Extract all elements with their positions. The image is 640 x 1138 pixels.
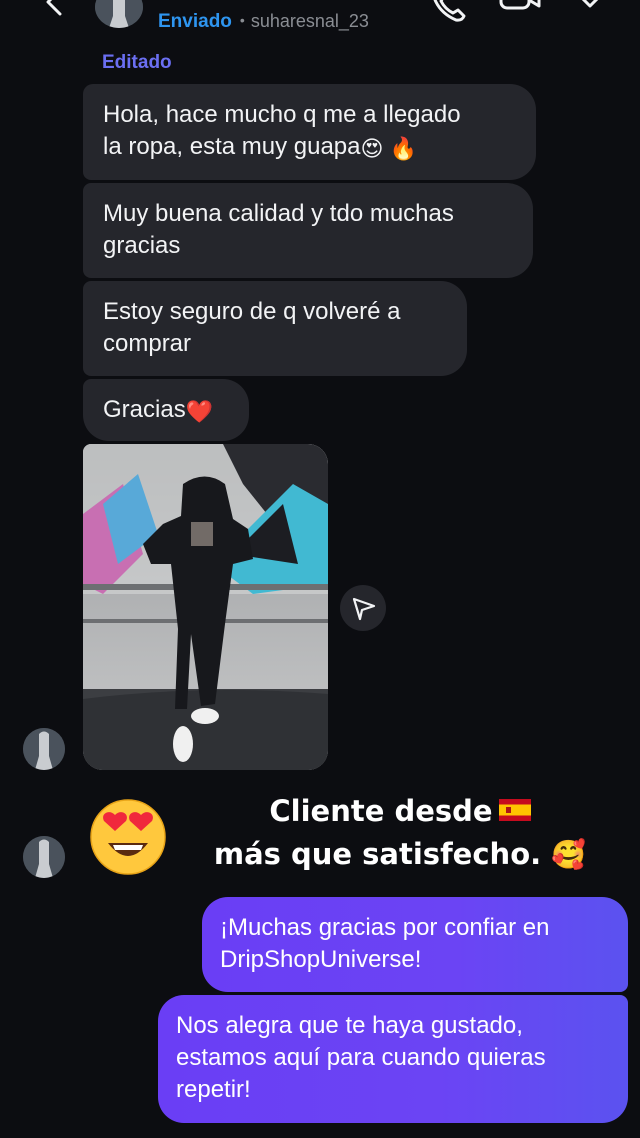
outgoing-message[interactable]: Nos alegra que te haya gustado, estamos … <box>158 995 628 1123</box>
incoming-message[interactable]: Gracias❤️ <box>83 379 249 441</box>
message-line: gracias <box>103 232 181 259</box>
separator-dot: • <box>239 12 245 28</box>
photo-message[interactable] <box>83 444 328 770</box>
edited-label: Editado <box>102 52 172 73</box>
spain-flag-icon <box>498 799 531 821</box>
message-line: DripShopUniverse! <box>220 946 422 973</box>
message-line: comprar <box>103 330 192 357</box>
outgoing-message[interactable]: ¡Muchas gracias por confiar en DripShopU… <box>202 897 628 992</box>
message-line: ¡Muchas gracias por confiar en <box>220 914 550 941</box>
message-line: estamos aquí para cuando quieras <box>176 1044 546 1071</box>
contact-avatar[interactable] <box>95 0 143 28</box>
caption-line: más que satisfecho. <box>213 837 542 871</box>
heart-eyes-emoji <box>90 799 166 875</box>
message-line: Hola, hace mucho q me a llegado <box>103 101 461 128</box>
incoming-message[interactable]: Hola, hace mucho q me a llegado la ropa,… <box>83 84 536 180</box>
message-line: la ropa, esta muy guapa <box>103 133 361 160</box>
sticker-caption: Cliente desde más que satisfecho. 🥰 <box>190 790 610 876</box>
sender-avatar[interactable] <box>23 836 65 878</box>
video-call-icon[interactable] <box>498 0 542 22</box>
caption-line: Cliente desde <box>269 794 493 828</box>
call-icon[interactable] <box>428 0 468 22</box>
sender-avatar[interactable] <box>23 728 65 770</box>
back-icon[interactable] <box>40 0 70 18</box>
sent-status: Enviado <box>158 11 232 32</box>
header-meta: Enviado • suharesnal_23 <box>158 11 369 33</box>
tag-icon[interactable] <box>572 0 612 22</box>
message-line: Estoy seguro de q volveré a <box>103 298 401 325</box>
chat-header: Enviado • suharesnal_23 <box>0 0 640 44</box>
heart-eyes-fire-emoji: 😍 🔥 <box>360 136 417 161</box>
message-line: repetir! <box>176 1076 251 1103</box>
contact-username[interactable]: suharesnal_23 <box>251 11 369 31</box>
incoming-message[interactable]: Estoy seguro de q volveré a comprar <box>83 281 467 376</box>
smiling-hearts-emoji: 🥰 <box>551 838 587 871</box>
red-heart-emoji: ❤️ <box>185 399 214 424</box>
incoming-message[interactable]: Muy buena calidad y tdo muchas gracias <box>83 183 533 278</box>
message-line: Nos alegra que te haya gustado, <box>176 1012 523 1039</box>
share-icon <box>352 597 376 621</box>
message-line: Muy buena calidad y tdo muchas <box>103 200 454 227</box>
share-button[interactable] <box>340 585 386 631</box>
message-line: Gracias <box>103 396 186 423</box>
